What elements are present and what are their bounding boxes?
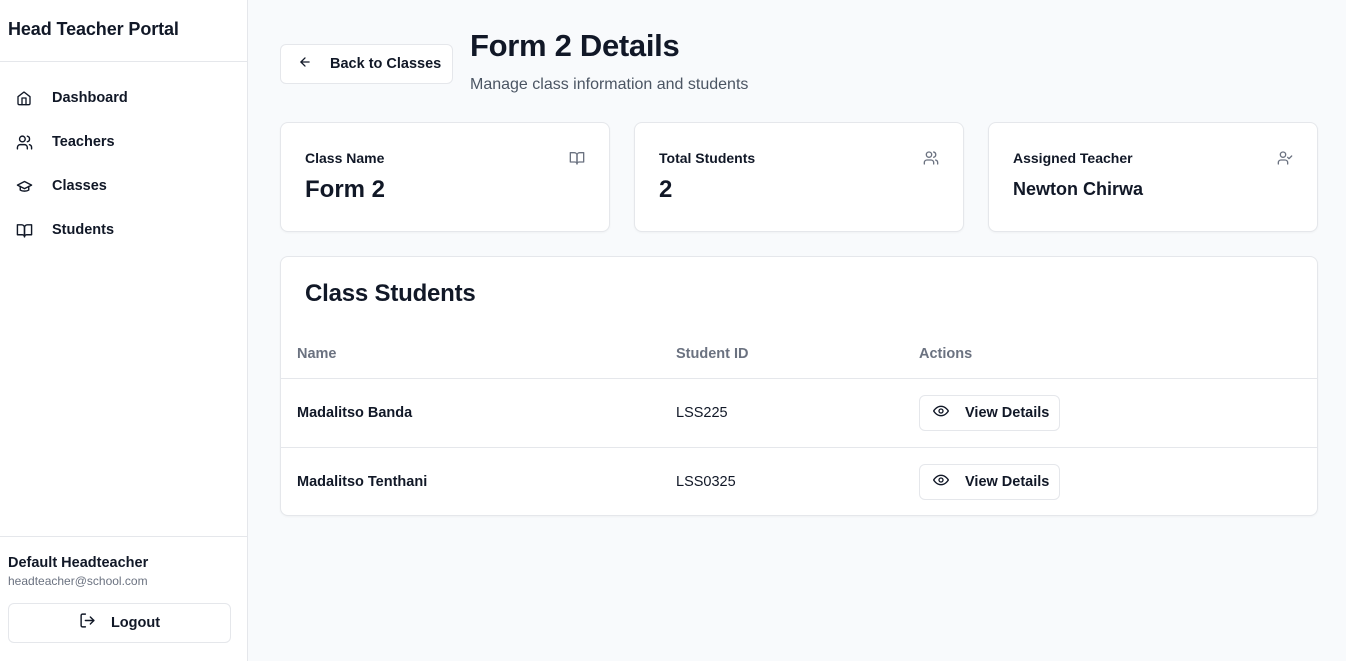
user-name: Default Headteacher: [8, 555, 149, 571]
column-header-actions: Actions: [919, 345, 973, 362]
sidebar-item-label: Teachers: [52, 134, 115, 150]
assigned-teacher-card: Assigned Teacher Newton Chirwa: [988, 122, 1318, 232]
main-content: Back to Classes Form 2 Details Manage cl…: [248, 0, 1346, 661]
student-name: Madalitso Tenthani: [297, 474, 428, 490]
view-details-button[interactable]: View Details: [919, 464, 1060, 500]
sidebar-item-label: Dashboard: [52, 90, 128, 106]
app-root: Head Teacher Portal Dashboard Teachers C…: [0, 0, 1346, 661]
total-students-card: Total Students 2: [634, 122, 964, 232]
eye-icon: [933, 403, 949, 423]
sidebar-item-students[interactable]: Students: [0, 208, 247, 252]
sidebar: Head Teacher Portal Dashboard Teachers C…: [0, 0, 248, 661]
view-details-label: View Details: [965, 474, 1050, 490]
student-id: LSS225: [676, 405, 728, 421]
page-subtitle: Manage class information and students: [470, 76, 749, 93]
user-panel: Default Headteacher headteacher@school.c…: [0, 536, 247, 661]
back-to-classes-button[interactable]: Back to Classes: [280, 44, 453, 84]
stat-label: Class Name: [305, 150, 385, 166]
actions-cell: View Details: [919, 448, 1060, 516]
page-title: Form 2 Details: [470, 28, 680, 63]
column-header-student-id: Student ID: [676, 345, 749, 362]
eye-icon: [933, 472, 949, 492]
sidebar-item-classes[interactable]: Classes: [0, 164, 247, 208]
logout-icon: [79, 612, 96, 634]
app-title: Head Teacher Portal: [0, 0, 247, 62]
user-check-icon: [1277, 150, 1293, 166]
sidebar-item-label: Students: [52, 222, 115, 238]
stat-label: Total Students: [659, 150, 756, 166]
stat-label: Assigned Teacher: [1013, 150, 1133, 166]
logout-button[interactable]: Logout: [8, 603, 231, 643]
actions-cell: View Details: [919, 379, 1060, 447]
book-open-icon: [15, 221, 33, 239]
user-email: headteacher@school.com: [8, 574, 148, 588]
students-table: Name Student ID Actions Madalitso Banda …: [281, 329, 1317, 516]
class-students-card: Class Students Name Student ID Actions M…: [280, 256, 1318, 516]
table-header-row: Name Student ID Actions: [281, 329, 1317, 378]
table-row: Madalitso Banda LSS225 View Details: [281, 378, 1317, 447]
stat-value: 2: [659, 176, 673, 203]
users-icon: [15, 133, 33, 151]
column-header-name: Name: [297, 345, 337, 362]
table-row: Madalitso Tenthani LSS0325 View Details: [281, 447, 1317, 516]
graduation-cap-icon: [15, 177, 33, 195]
student-name: Madalitso Banda: [297, 405, 413, 421]
back-button-label: Back to Classes: [330, 56, 442, 72]
section-title: Class Students: [305, 280, 476, 307]
book-open-icon: [569, 150, 585, 166]
student-id: LSS0325: [676, 474, 736, 490]
view-details-label: View Details: [965, 405, 1050, 421]
sidebar-item-label: Classes: [52, 178, 107, 194]
stat-value: Newton Chirwa: [1013, 179, 1144, 199]
view-details-button[interactable]: View Details: [919, 395, 1060, 431]
sidebar-item-teachers[interactable]: Teachers: [0, 120, 247, 164]
home-icon: [15, 89, 33, 107]
users-icon: [923, 150, 939, 166]
sidebar-item-dashboard[interactable]: Dashboard: [0, 76, 247, 120]
class-name-card: Class Name Form 2: [280, 122, 610, 232]
sidebar-nav: Dashboard Teachers Classes Students: [0, 62, 247, 252]
logout-label: Logout: [110, 615, 161, 631]
arrow-left-icon: [298, 55, 312, 74]
stat-value: Form 2: [305, 176, 386, 203]
